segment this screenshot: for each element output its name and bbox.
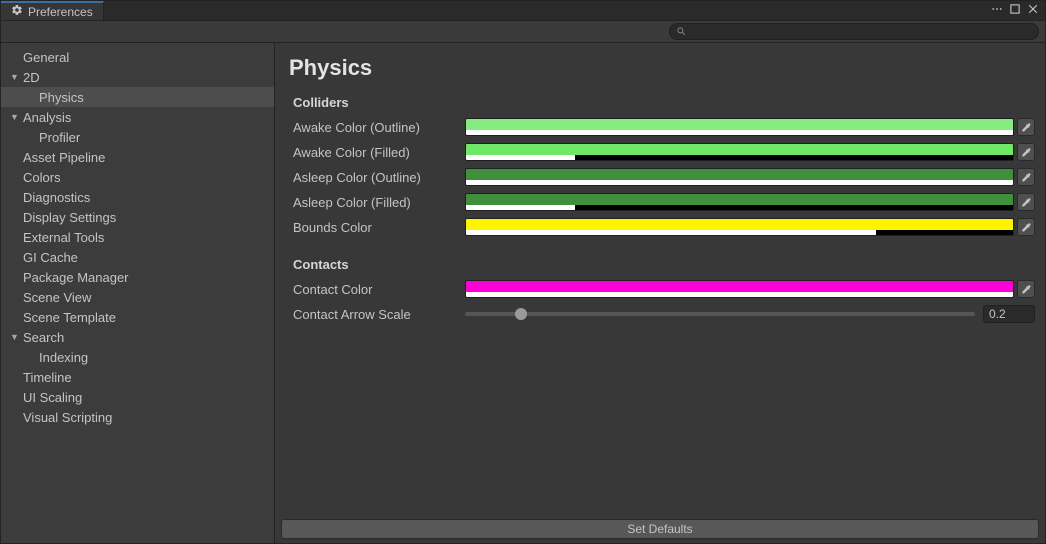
tab-label: Preferences <box>28 5 93 19</box>
property-label: Awake Color (Filled) <box>293 145 465 160</box>
slider-thumb[interactable] <box>515 308 527 320</box>
sidebar-item-asset-pipeline[interactable]: Asset Pipeline <box>1 147 274 167</box>
eyedropper-icon[interactable] <box>1017 118 1035 136</box>
property-row-awake_filled: Awake Color (Filled) <box>293 141 1035 163</box>
sidebar-item-display-settings[interactable]: Display Settings <box>1 207 274 227</box>
sidebar-item-timeline[interactable]: Timeline <box>1 367 274 387</box>
sidebar-item-analysis[interactable]: ▼Analysis <box>1 107 274 127</box>
chevron-down-icon[interactable]: ▼ <box>10 332 20 342</box>
color-field[interactable] <box>465 118 1014 136</box>
sidebar-item-label: Search <box>23 330 64 345</box>
set-defaults-button[interactable]: Set Defaults <box>281 519 1039 539</box>
sidebar-item-2d[interactable]: ▼2D <box>1 67 274 87</box>
property-label: Contact Color <box>293 282 465 297</box>
preferences-window: Preferences General▼2DPhysics▼AnalysisPr… <box>0 0 1046 544</box>
sidebar-item-label: Scene View <box>23 290 91 305</box>
sidebar-item-label: Scene Template <box>23 310 116 325</box>
sidebar-item-search[interactable]: ▼Search <box>1 327 274 347</box>
sidebar-item-ui-scaling[interactable]: UI Scaling <box>1 387 274 407</box>
search-input[interactable] <box>669 23 1039 40</box>
sidebar-item-gi-cache[interactable]: GI Cache <box>1 247 274 267</box>
color-field[interactable] <box>465 193 1014 211</box>
sidebar-item-label: Package Manager <box>23 270 129 285</box>
sidebar-item-label: Analysis <box>23 110 71 125</box>
slider[interactable] <box>465 312 975 316</box>
sidebar-item-label: 2D <box>23 70 40 85</box>
sidebar-item-label: UI Scaling <box>23 390 82 405</box>
sidebar-item-label: Colors <box>23 170 61 185</box>
sidebar-item-general[interactable]: General <box>1 47 274 67</box>
eyedropper-icon[interactable] <box>1017 143 1035 161</box>
sidebar-item-colors[interactable]: Colors <box>1 167 274 187</box>
color-field[interactable] <box>465 218 1014 236</box>
sidebar-item-label: Display Settings <box>23 210 116 225</box>
search-icon <box>676 24 686 39</box>
more-icon[interactable] <box>991 3 1003 18</box>
chevron-down-icon[interactable]: ▼ <box>10 72 20 82</box>
sidebar-item-physics[interactable]: Physics <box>1 87 274 107</box>
sidebar-item-label: GI Cache <box>23 250 78 265</box>
property-row-asleep_outline: Asleep Color (Outline) <box>293 166 1035 188</box>
sidebar-item-label: Timeline <box>23 370 72 385</box>
sidebar-item-external-tools[interactable]: External Tools <box>1 227 274 247</box>
sidebar-item-label: Visual Scripting <box>23 410 112 425</box>
section-colliders-header: Colliders <box>293 95 1035 110</box>
sidebar-item-indexing[interactable]: Indexing <box>1 347 274 367</box>
titlebar: Preferences <box>1 1 1045 21</box>
sidebar-item-label: Diagnostics <box>23 190 90 205</box>
color-field[interactable] <box>465 143 1014 161</box>
sidebar-item-label: Physics <box>39 90 84 105</box>
eyedropper-icon[interactable] <box>1017 218 1035 236</box>
eyedropper-icon[interactable] <box>1017 193 1035 211</box>
sidebar-item-label: General <box>23 50 69 65</box>
property-row-bounds: Bounds Color <box>293 216 1035 238</box>
property-label: Contact Arrow Scale <box>293 307 465 322</box>
sidebar-item-profiler[interactable]: Profiler <box>1 127 274 147</box>
maximize-icon[interactable] <box>1009 3 1021 18</box>
sidebar-item-scene-view[interactable]: Scene View <box>1 287 274 307</box>
color-field[interactable] <box>465 168 1014 186</box>
eyedropper-icon[interactable] <box>1017 168 1035 186</box>
property-label: Bounds Color <box>293 220 465 235</box>
close-icon[interactable] <box>1027 3 1039 18</box>
toolbar <box>1 21 1045 43</box>
property-label: Awake Color (Outline) <box>293 120 465 135</box>
color-field[interactable] <box>465 280 1014 298</box>
page-title: Physics <box>289 55 1035 81</box>
property-row-contact-color: Contact Color <box>293 278 1035 300</box>
property-row-contact-arrow-scale: Contact Arrow Scale 0.2 <box>293 303 1035 325</box>
eyedropper-icon[interactable] <box>1017 280 1035 298</box>
sidebar-item-label: Asset Pipeline <box>23 150 105 165</box>
sidebar-item-scene-template[interactable]: Scene Template <box>1 307 274 327</box>
search-text[interactable] <box>690 25 1032 39</box>
property-row-awake_outline: Awake Color (Outline) <box>293 116 1035 138</box>
gear-icon <box>11 4 23 19</box>
sidebar-item-visual-scripting[interactable]: Visual Scripting <box>1 407 274 427</box>
slider-value-field[interactable]: 0.2 <box>983 305 1035 323</box>
sidebar-item-label: External Tools <box>23 230 104 245</box>
sidebar: General▼2DPhysics▼AnalysisProfilerAsset … <box>1 43 275 543</box>
sidebar-item-label: Indexing <box>39 350 88 365</box>
section-contacts-header: Contacts <box>293 257 1035 272</box>
chevron-down-icon[interactable]: ▼ <box>10 112 20 122</box>
sidebar-item-label: Profiler <box>39 130 80 145</box>
property-label: Asleep Color (Outline) <box>293 170 465 185</box>
sidebar-item-diagnostics[interactable]: Diagnostics <box>1 187 274 207</box>
property-label: Asleep Color (Filled) <box>293 195 465 210</box>
sidebar-item-package-manager[interactable]: Package Manager <box>1 267 274 287</box>
tab-preferences[interactable]: Preferences <box>1 1 104 20</box>
content-panel: Physics Colliders Awake Color (Outline) A… <box>275 43 1045 543</box>
property-row-asleep_filled: Asleep Color (Filled) <box>293 191 1035 213</box>
